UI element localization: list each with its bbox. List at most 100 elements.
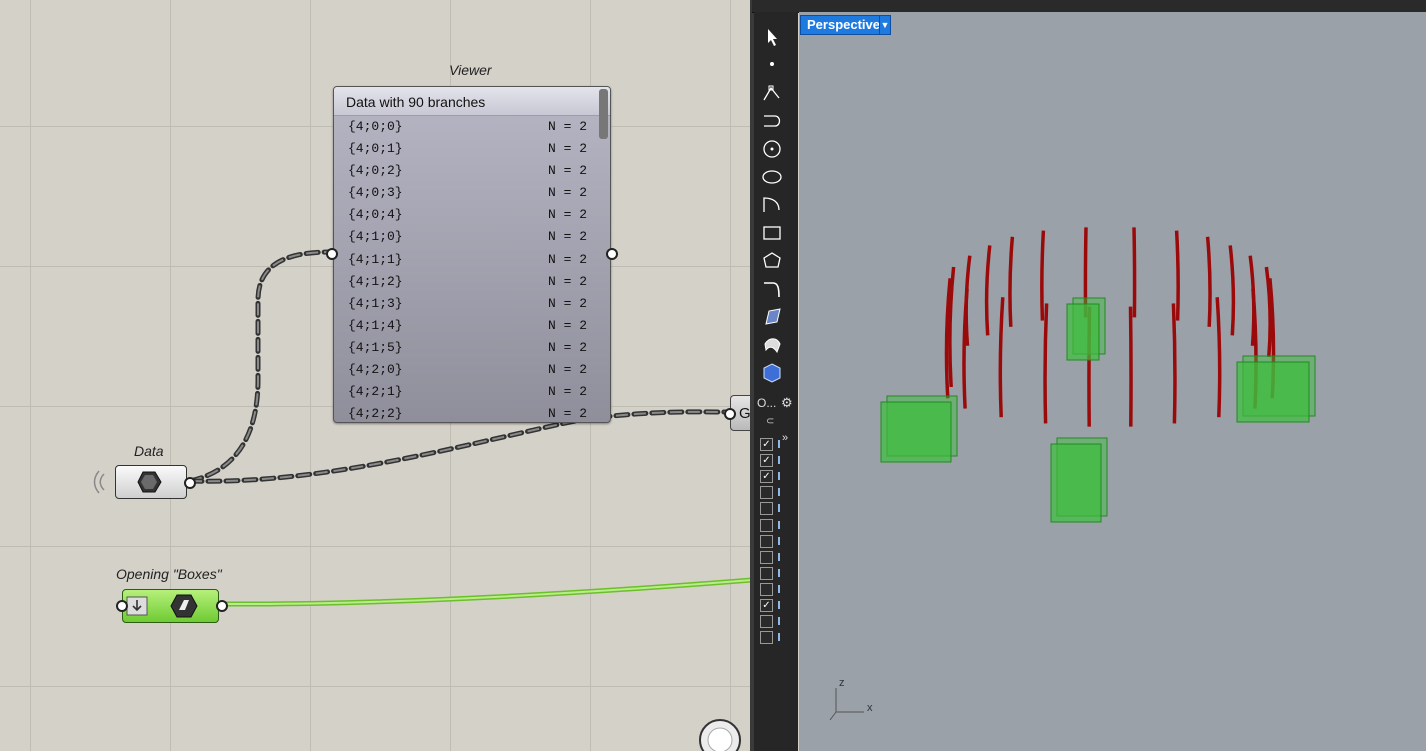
layer-visibility-checkbox[interactable]: ✓	[760, 599, 773, 612]
layer-visibility-checkbox[interactable]	[760, 582, 773, 596]
green-box	[880, 395, 958, 463]
viewport-tab-perspective[interactable]: Perspective	[800, 15, 887, 35]
red-curve	[984, 245, 992, 336]
red-curve	[1228, 245, 1236, 336]
branch-count: N = 2	[548, 141, 588, 157]
layer-color-swatch	[778, 456, 780, 465]
hexagon-icon	[137, 471, 162, 493]
branch-count: N = 2	[548, 163, 588, 179]
layer-visibility-checkbox[interactable]	[760, 534, 773, 548]
branch-path: {4;1;4}	[348, 317, 403, 333]
layer-search-icon[interactable]: ⊂	[766, 416, 774, 427]
layer-color-swatch	[778, 440, 780, 448]
red-curve	[1043, 303, 1049, 424]
layer-visibility-checkbox[interactable]: ✓	[760, 454, 773, 468]
viewer-row: {4;1;0} N = 2	[334, 226, 610, 248]
branch-path: {4;1;5}	[348, 339, 403, 355]
viewer-row: {4;1;3} N = 2	[334, 293, 610, 315]
wire-opening-boxes[interactable]	[221, 577, 752, 607]
layer-visibility-checkbox[interactable]: ✓	[760, 470, 773, 484]
fillet-icon[interactable]	[757, 276, 787, 302]
box-solid-icon[interactable]	[757, 360, 787, 386]
data-param-output-port[interactable]	[184, 477, 196, 489]
navigation-dial-center	[707, 727, 733, 751]
red-curve	[1248, 255, 1256, 346]
circle-icon[interactable]	[757, 136, 787, 162]
layer-visibility-checkbox[interactable]	[760, 566, 773, 580]
red-curve	[1008, 236, 1015, 327]
surface-icon[interactable]	[757, 304, 787, 330]
data-param-component[interactable]	[115, 465, 187, 499]
layer-visibility-checkbox[interactable]	[760, 615, 773, 629]
geometry-input-port[interactable]	[724, 408, 736, 420]
layer-visibility-checkbox[interactable]	[760, 502, 773, 516]
opening-boxes-output-port[interactable]	[216, 600, 228, 612]
layer-visibility-checkbox[interactable]	[760, 631, 773, 645]
branch-count: N = 2	[548, 251, 588, 267]
branch-path: {4;2;0}	[348, 362, 403, 378]
select-arrow-icon[interactable]	[757, 24, 787, 50]
extrude-icon[interactable]	[757, 332, 787, 358]
viewer-row: {4;0;1} N = 2	[334, 138, 610, 160]
opening-boxes-label: Opening "Boxes"	[116, 566, 222, 582]
axis-z-label: z	[839, 677, 845, 689]
viewer-row: {4;0;4} N = 2	[334, 204, 610, 226]
layer-visibility-checkbox[interactable]	[760, 486, 773, 500]
layers-panel-header[interactable]: O... ⚙	[754, 393, 798, 413]
branch-path: {4;0;1}	[348, 141, 403, 157]
layer-visibility-checkbox[interactable]	[760, 550, 773, 564]
layers-panel-label: O...	[757, 396, 777, 410]
layer-visibility-checkbox[interactable]	[760, 518, 773, 532]
branch-count: N = 2	[548, 273, 588, 289]
viewer-output-port[interactable]	[606, 248, 618, 260]
red-curve	[964, 255, 972, 346]
viewer-row: {4;0;0} N = 2	[334, 116, 610, 138]
viewer-rows[interactable]: {4;0;0} N = 2 {4;0;1} N = 2 {4;0;2} N = 2 {4;0…	[334, 116, 610, 422]
viewer-scrollbar[interactable]	[599, 89, 608, 139]
viewer-label: Viewer	[449, 62, 492, 78]
viewer-row: {4;2;2} N = 2	[334, 403, 610, 422]
layer-color-swatch	[778, 520, 780, 529]
red-curve	[1132, 227, 1137, 318]
branch-path: {4;1;2}	[348, 273, 403, 289]
polygon-icon[interactable]	[757, 248, 787, 274]
opening-boxes-input-port[interactable]	[116, 600, 128, 612]
branch-count: N = 2	[548, 295, 588, 311]
red-curve	[1215, 297, 1222, 418]
layer-color-swatch	[778, 568, 780, 577]
branch-count: N = 2	[548, 339, 588, 355]
branch-path: {4;2;1}	[348, 384, 403, 400]
grasshopper-canvas[interactable]: Viewer Data with 90 branches {4;0;0} N = …	[0, 0, 752, 751]
layer-visibility-checkbox[interactable]: ✓	[760, 438, 773, 451]
polyline-icon[interactable]	[757, 80, 787, 106]
expand-panel-icon[interactable]: »	[782, 432, 788, 444]
arc-icon[interactable]	[757, 192, 787, 218]
gear-icon[interactable]: ⚙	[781, 395, 793, 411]
branch-path: {4;0;2}	[348, 163, 403, 179]
internalise-data-icon	[126, 594, 198, 618]
branch-path: {4;1;1}	[348, 251, 403, 267]
branch-path: {4;0;0}	[348, 119, 403, 134]
data-param-label: Data	[134, 443, 164, 459]
layer-color-swatch	[778, 536, 780, 545]
red-curve	[1171, 303, 1177, 424]
rectangle-icon[interactable]	[757, 220, 787, 246]
rhino-perspective-viewport[interactable]: z x Perspective ▼	[799, 12, 1426, 751]
branch-count: N = 2	[548, 229, 588, 245]
viewer-input-port[interactable]	[326, 248, 338, 260]
red-curve	[1040, 230, 1046, 321]
viewer-component[interactable]: Data with 90 branches {4;0;0} N = 2 {4;0;1…	[333, 86, 611, 423]
red-curve	[948, 266, 956, 388]
green-box	[1236, 355, 1316, 423]
viewport-menu-chevron-down-icon[interactable]: ▼	[879, 15, 891, 35]
ellipse-icon[interactable]	[757, 164, 787, 190]
wireless-indicator	[93, 470, 105, 494]
viewport-scene	[829, 227, 1316, 721]
layer-color-swatch	[778, 472, 780, 481]
branch-count: N = 2	[548, 406, 588, 422]
curve-icon[interactable]	[757, 108, 787, 134]
viewer-row: {4;1;5} N = 2	[334, 337, 610, 359]
viewer-header: Data with 90 branches	[334, 87, 610, 116]
opening-boxes-component[interactable]	[122, 589, 219, 623]
point-icon[interactable]	[757, 52, 787, 78]
